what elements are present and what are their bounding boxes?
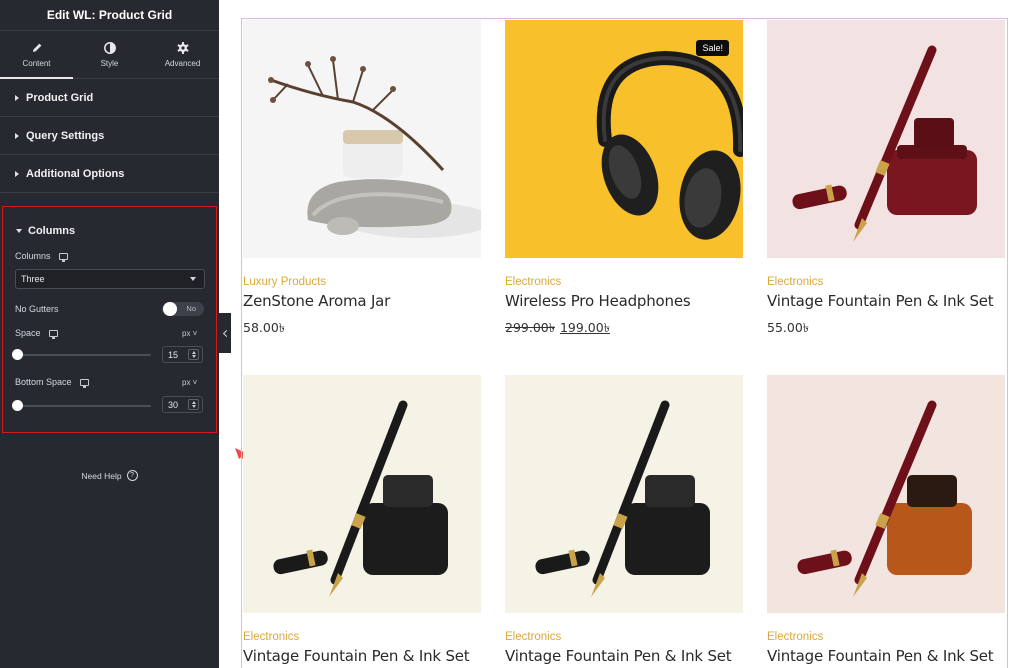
desktop-icon[interactable] <box>58 252 68 262</box>
bottom-space-value: 30 <box>168 400 179 410</box>
old-price: 299.00৳ <box>505 320 555 335</box>
gear-icon <box>176 42 189 54</box>
caret-right-icon <box>15 170 19 177</box>
section-additional-options[interactable]: Additional Options <box>0 155 219 193</box>
bottom-space-control-label: Bottom Space <box>15 377 89 388</box>
columns-select[interactable]: Three <box>15 269 205 289</box>
product-price: 299.00৳ 199.00৳ <box>505 320 743 340</box>
product-title[interactable]: Wireless Pro Headphones <box>505 292 743 310</box>
product-card[interactable]: Electronics Vintage Fountain Pen & Ink S… <box>505 375 743 665</box>
no-gutters-label: No Gutters <box>15 304 59 314</box>
caret-down-icon <box>16 229 22 233</box>
space-number-input[interactable]: 15 <box>162 346 203 363</box>
product-image[interactable] <box>243 375 481 613</box>
tab-advanced[interactable]: Advanced <box>146 31 219 78</box>
bottom-space-number-input[interactable]: 30 <box>162 396 203 413</box>
columns-control-label: Columns <box>15 251 68 262</box>
tab-content-label: Content <box>22 59 51 68</box>
caret-right-icon <box>15 132 19 139</box>
bottom-space-slider-handle[interactable] <box>12 400 23 411</box>
space-value: 15 <box>168 350 179 360</box>
desktop-icon[interactable] <box>79 378 89 388</box>
space-slider-track[interactable] <box>15 354 151 356</box>
product-card[interactable]: Sale! Electronics Wireless Pro Headphone… <box>505 20 743 340</box>
columns-section-highlight: Columns Columns Three No Gutters No Spac… <box>2 206 217 433</box>
section-label: Additional Options <box>26 167 125 180</box>
chevron-left-icon <box>222 329 230 337</box>
section-query-settings[interactable]: Query Settings <box>0 117 219 155</box>
product-image[interactable] <box>767 375 1005 613</box>
product-image[interactable] <box>505 375 743 613</box>
section-columns[interactable]: Columns <box>16 225 75 237</box>
half-circle-icon <box>103 42 116 54</box>
space-slider-handle[interactable] <box>12 349 23 360</box>
panel-collapse-button[interactable] <box>219 313 231 353</box>
section-label: Columns <box>28 225 76 237</box>
bottom-space-unit: px <box>182 378 191 387</box>
bottom-space-unit-select[interactable]: px ˅ <box>182 378 197 387</box>
product-category[interactable]: Electronics <box>505 631 743 643</box>
tab-style[interactable]: Style <box>73 31 146 78</box>
bottom-space-label: Bottom Space <box>15 377 72 387</box>
panel-tabs: Content Style Advanced <box>0 31 219 79</box>
desktop-icon[interactable] <box>48 329 58 339</box>
product-title[interactable]: Vintage Fountain Pen & Ink Set <box>243 647 481 665</box>
price-value: 55.00৳ <box>767 320 810 335</box>
columns-label: Columns <box>15 251 51 261</box>
space-unit: px <box>182 329 191 338</box>
product-category[interactable]: Electronics <box>767 631 1005 643</box>
question-icon: ? <box>126 470 138 481</box>
space-label: Space <box>15 328 41 338</box>
panel-header: Edit WL: Product Grid <box>0 0 219 31</box>
product-title[interactable]: Vintage Fountain Pen & Ink Set <box>767 292 1005 310</box>
product-category[interactable]: Luxury Products <box>243 276 481 288</box>
product-image[interactable]: Sale! <box>505 20 743 258</box>
chevron-down-icon <box>190 277 196 281</box>
no-gutters-control-label: No Gutters <box>15 304 59 314</box>
tab-style-label: Style <box>100 59 119 68</box>
no-gutters-toggle[interactable]: No <box>162 302 204 316</box>
caret-right-icon <box>15 94 19 101</box>
spinner-icon[interactable] <box>188 399 199 410</box>
space-control-label: Space <box>15 328 58 339</box>
price-value: 58.00৳ <box>243 320 286 335</box>
section-product-grid[interactable]: Product Grid <box>0 79 219 117</box>
section-label: Query Settings <box>26 129 105 142</box>
columns-select-value: Three <box>21 274 45 284</box>
pencil-icon <box>32 43 41 52</box>
panel-title: Edit WL: Product Grid <box>46 8 173 22</box>
product-category[interactable]: Electronics <box>505 276 743 288</box>
product-price: 58.00৳ <box>243 320 481 340</box>
need-help-label: Need Help <box>81 470 122 481</box>
product-card[interactable]: Luxury Products ZenStone Aroma Jar 58.00… <box>243 20 481 340</box>
product-category[interactable]: Electronics <box>767 276 1005 288</box>
sale-badge: Sale! <box>696 40 729 56</box>
product-title[interactable]: Vintage Fountain Pen & Ink Set <box>767 647 1005 665</box>
product-title[interactable]: Vintage Fountain Pen & Ink Set <box>505 647 743 665</box>
product-image[interactable] <box>767 20 1005 258</box>
product-title[interactable]: ZenStone Aroma Jar <box>243 292 481 310</box>
sale-price: 199.00৳ <box>559 320 610 335</box>
tab-advanced-label: Advanced <box>164 59 201 68</box>
space-unit-select[interactable]: px ˅ <box>182 329 197 338</box>
product-card[interactable]: Electronics Vintage Fountain Pen & Ink S… <box>767 375 1005 665</box>
product-image[interactable] <box>243 20 481 258</box>
product-price: 55.00৳ <box>767 320 1005 340</box>
section-label: Product Grid <box>26 91 94 104</box>
product-category[interactable]: Electronics <box>243 631 481 643</box>
tab-content[interactable]: Content <box>0 31 73 79</box>
need-help-link[interactable]: Need Help ? <box>0 470 219 481</box>
spinner-icon[interactable] <box>188 349 199 360</box>
toggle-state-label: No <box>186 304 196 313</box>
product-card[interactable]: Electronics Vintage Fountain Pen & Ink S… <box>767 20 1005 340</box>
product-card[interactable]: Electronics Vintage Fountain Pen & Ink S… <box>243 375 481 665</box>
toggle-knob <box>163 302 177 316</box>
editor-panel: Edit WL: Product Grid Content Style Adva… <box>0 0 219 668</box>
bottom-space-slider-track[interactable] <box>15 405 151 407</box>
